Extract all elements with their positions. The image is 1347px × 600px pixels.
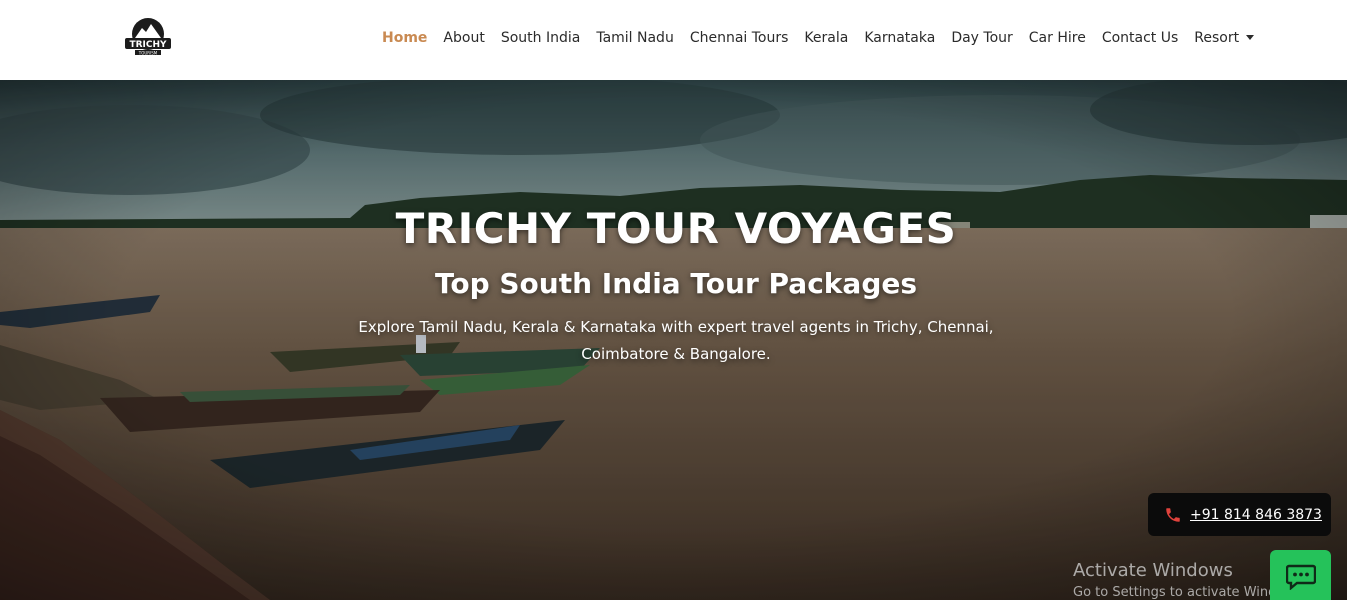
nav-contact-us[interactable]: Contact Us <box>1094 31 1186 45</box>
nav-resort-dropdown[interactable]: Resort <box>1186 31 1262 45</box>
nav-home[interactable]: Home <box>374 31 435 45</box>
nav-about[interactable]: About <box>435 31 492 45</box>
hero-title: TRICHY TOUR VOYAGES <box>395 204 957 253</box>
nav-car-hire[interactable]: Car Hire <box>1021 31 1094 45</box>
chat-button[interactable] <box>1270 550 1331 600</box>
svg-text:TOURISM: TOURISM <box>138 51 158 56</box>
nav-resort-label: Resort <box>1194 30 1240 46</box>
hero-banner: TRICHY TOUR VOYAGES Top South India Tour… <box>0 80 1347 600</box>
hero-subtitle: Top South India Tour Packages <box>434 267 918 300</box>
phone-number: +91 814 846 3873 <box>1190 506 1322 523</box>
svg-text:TRICHY: TRICHY <box>129 40 167 50</box>
chevron-down-icon <box>1246 35 1255 40</box>
nav-kerala[interactable]: Kerala <box>796 31 856 45</box>
nav-chennai-tours[interactable]: Chennai Tours <box>682 31 797 45</box>
nav-day-tour[interactable]: Day Tour <box>943 31 1020 45</box>
phone-icon <box>1166 507 1180 522</box>
call-phone-button[interactable]: +91 814 846 3873 <box>1148 493 1331 536</box>
nav-karnataka[interactable]: Karnataka <box>856 31 943 45</box>
chat-icon <box>1285 564 1316 590</box>
site-logo[interactable]: TRICHY TOURISM <box>122 16 174 58</box>
hero-description: Explore Tamil Nadu, Kerala & Karnataka w… <box>358 318 994 363</box>
navbar: TRICHY TOURISM Home About South India Ta… <box>0 0 1347 80</box>
nav-south-india[interactable]: South India <box>493 31 589 45</box>
nav-tamil-nadu[interactable]: Tamil Nadu <box>588 31 682 45</box>
main-nav: Home About South India Tamil Nadu Chenna… <box>374 0 1262 76</box>
